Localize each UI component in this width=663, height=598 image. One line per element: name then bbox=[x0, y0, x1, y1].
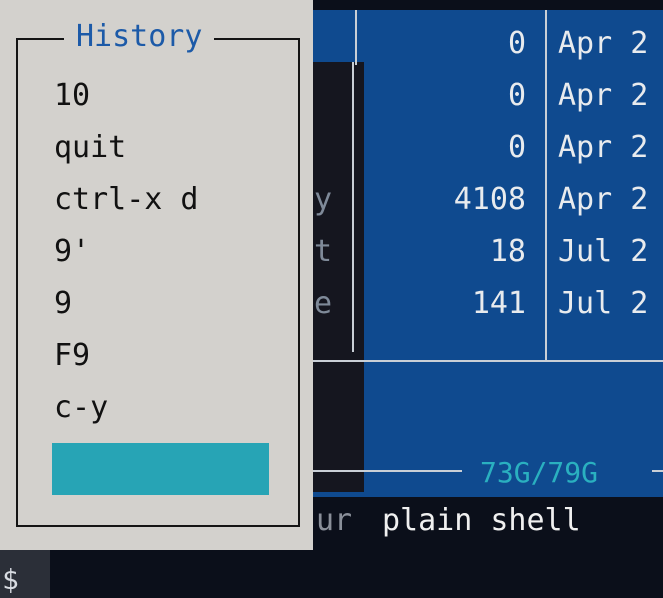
panel-date-divider bbox=[545, 10, 547, 360]
history-item[interactable]: quit bbox=[54, 133, 126, 163]
file-size: 4108 bbox=[453, 182, 526, 217]
file-name-fragment: t bbox=[314, 234, 333, 269]
history-item[interactable]: ctrl-x d bbox=[54, 185, 199, 215]
history-item[interactable]: 9' bbox=[54, 237, 90, 267]
panel-shadow bbox=[312, 62, 364, 492]
dialog-title: History bbox=[64, 22, 215, 52]
history-item[interactable]: c-y bbox=[54, 393, 108, 423]
shell-prompt: $ bbox=[2, 563, 19, 596]
history-dialog[interactable]: History 10 quit ctrl-x d 9' 9 F9 c-y bbox=[0, 0, 313, 550]
panel-separator bbox=[312, 360, 663, 362]
file-name-fragment: y bbox=[314, 182, 333, 217]
history-item[interactable]: F9 bbox=[54, 341, 90, 371]
history-item[interactable]: 9 bbox=[54, 289, 72, 319]
disk-usage: 73G/79G bbox=[480, 456, 599, 489]
file-size: 0 bbox=[507, 26, 526, 61]
file-date: Apr 2 bbox=[558, 130, 649, 165]
file-size: 141 bbox=[471, 286, 526, 321]
history-selected-item[interactable] bbox=[52, 443, 269, 495]
hint-text: plain shell bbox=[382, 503, 581, 538]
file-size: 18 bbox=[489, 234, 526, 269]
file-size: 0 bbox=[507, 78, 526, 113]
file-size: 0 bbox=[507, 130, 526, 165]
file-date: Jul 2 bbox=[558, 234, 649, 269]
file-date: Apr 2 bbox=[558, 182, 649, 217]
file-name-fragment: e bbox=[314, 286, 333, 321]
file-date: Jul 2 bbox=[558, 286, 649, 321]
file-date: Apr 2 bbox=[558, 78, 649, 113]
command-line[interactable] bbox=[0, 549, 663, 598]
panel-bottom-border bbox=[312, 470, 462, 472]
file-date: Apr 2 bbox=[558, 26, 649, 61]
history-item[interactable]: 10 bbox=[54, 81, 90, 111]
panel-bottom-border-right bbox=[652, 470, 663, 472]
hint-prefix: ur bbox=[316, 503, 353, 538]
